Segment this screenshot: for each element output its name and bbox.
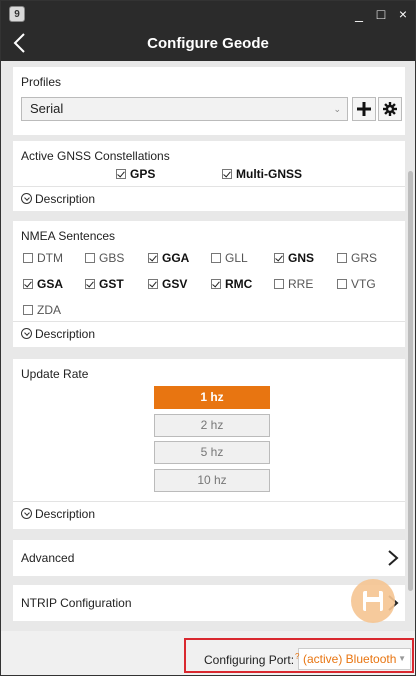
page-title: Configure Geode: [147, 35, 269, 52]
description-label: Description: [35, 327, 96, 341]
divider: [13, 186, 405, 187]
chevron-down-icon: ▼: [398, 654, 406, 663]
scrollbar[interactable]: [408, 171, 413, 591]
checkbox-label: GLL: [225, 251, 248, 265]
update-rate-section: Update Rate 1 hz 2 hz 5 hz 10 hz Descrip…: [13, 359, 405, 529]
checkbox-label: GGA: [162, 251, 190, 265]
advanced-row[interactable]: Advanced: [13, 540, 405, 576]
nmea-section: NMEA Sentences DTM GBS GGA GLL GNS GRS G…: [13, 221, 405, 347]
checkbox-multi-gnss[interactable]: Multi-GNSS: [222, 167, 302, 181]
chevron-circle-down-icon: [21, 508, 32, 519]
chevron-right-icon: [388, 550, 399, 566]
checkbox-label: DTM: [37, 251, 63, 265]
rate-button-2hz[interactable]: 2 hz: [154, 414, 270, 437]
save-icon: [363, 591, 383, 611]
plus-icon: [357, 102, 371, 116]
checkbox-rmc[interactable]: RMC: [211, 277, 252, 291]
checkbox-gsa[interactable]: GSA: [23, 277, 63, 291]
maximize-button[interactable]: □: [371, 5, 391, 23]
divider: [13, 501, 405, 502]
close-button[interactable]: ×: [393, 5, 413, 23]
update-rate-title: Update Rate: [21, 367, 89, 381]
checkbox-label: RRE: [288, 277, 314, 291]
checkbox-label: GPS: [130, 167, 156, 181]
chevron-down-icon: ⌄: [333, 104, 341, 114]
profiles-title: Profiles: [21, 75, 62, 89]
app-window: 9 _ □ × Configure Geode Profiles Serial …: [0, 0, 416, 676]
checkbox-grs[interactable]: GRS: [337, 251, 377, 265]
ntrip-row[interactable]: NTRIP Configuration: [13, 585, 405, 621]
rate-button-1hz[interactable]: 1 hz: [154, 386, 270, 409]
divider: [13, 321, 405, 322]
checkbox-label: GSV: [162, 277, 188, 291]
gear-icon: [383, 102, 397, 116]
checkbox-label: GRS: [351, 251, 378, 265]
description-label: Description: [35, 507, 96, 521]
gnss-description-toggle[interactable]: Description: [21, 192, 95, 206]
checkbox-dtm[interactable]: DTM: [23, 251, 63, 265]
title-bar: 9 _ □ × Configure Geode: [1, 1, 415, 61]
port-select-value: (active) Bluetooth: [303, 652, 397, 666]
checkbox-gps[interactable]: GPS: [116, 167, 155, 181]
checkbox-label: RMC: [225, 277, 253, 291]
checkbox-gns[interactable]: GNS: [274, 251, 314, 265]
checkbox-rre[interactable]: RRE: [274, 277, 313, 291]
add-profile-button[interactable]: [352, 97, 376, 121]
update-rate-description-toggle[interactable]: Description: [21, 507, 95, 521]
advanced-label: Advanced: [21, 551, 75, 565]
profile-select[interactable]: Serial ⌄: [21, 97, 348, 121]
checkbox-label: GST: [99, 277, 124, 291]
profiles-section: Profiles Serial ⌄: [13, 67, 405, 135]
checkbox-gga[interactable]: GGA: [148, 251, 189, 265]
profile-select-value: Serial: [30, 101, 64, 116]
app-icon: 9: [9, 6, 25, 22]
nmea-title: NMEA Sentences: [21, 229, 116, 243]
chevron-circle-down-icon: [21, 328, 32, 339]
checkbox-label: GNS: [288, 251, 315, 265]
checkbox-gll[interactable]: GLL: [211, 251, 248, 265]
help-superscript: ?: [295, 652, 300, 661]
checkbox-gst[interactable]: GST: [85, 277, 124, 291]
checkbox-vtg[interactable]: VTG: [337, 277, 376, 291]
minimize-button[interactable]: _: [349, 5, 369, 23]
checkbox-gbs[interactable]: GBS: [85, 251, 124, 265]
checkbox-zda[interactable]: ZDA: [23, 303, 61, 317]
configuring-port-label: Configuring Port:: [204, 653, 295, 667]
rate-button-10hz[interactable]: 10 hz: [154, 469, 270, 492]
checkbox-label: ZDA: [37, 303, 61, 317]
checkbox-gsv[interactable]: GSV: [148, 277, 187, 291]
gnss-title: Active GNSS Constellations: [21, 149, 170, 163]
checkbox-label: Multi-GNSS: [236, 167, 302, 181]
save-button[interactable]: [351, 579, 395, 623]
port-select[interactable]: ? (active) Bluetooth ▼: [295, 648, 411, 670]
ntrip-label: NTRIP Configuration: [21, 596, 132, 610]
gnss-section: Active GNSS Constellations GPS Multi-GNS…: [13, 141, 405, 211]
nmea-description-toggle[interactable]: Description: [21, 327, 95, 341]
profile-settings-button[interactable]: [378, 97, 402, 121]
checkbox-label: GBS: [99, 251, 125, 265]
checkbox-label: GSA: [37, 277, 64, 291]
chevron-circle-down-icon: [21, 193, 32, 204]
checkbox-label: VTG: [351, 277, 376, 291]
description-label: Description: [35, 192, 96, 206]
rate-button-5hz[interactable]: 5 hz: [154, 441, 270, 464]
settings-content: Profiles Serial ⌄ Active GNSS Constellat…: [1, 61, 415, 631]
